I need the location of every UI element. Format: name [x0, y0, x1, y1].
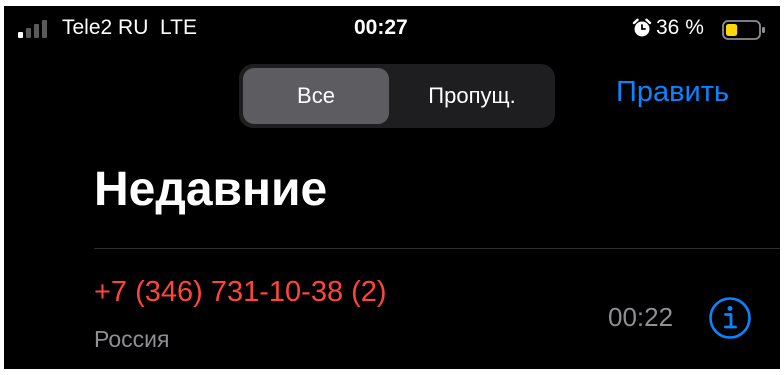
status-bar: Tele2 RU LTE 00:27 36 %	[4, 6, 780, 56]
battery-icon	[722, 20, 765, 40]
edit-button[interactable]: Править	[616, 76, 729, 109]
info-icon[interactable]	[708, 296, 752, 340]
call-time: 00:22	[608, 302, 674, 332]
call-list-item[interactable]: +7 (346) 731-10-38 (2) Россия 00:22	[94, 258, 780, 369]
calls-filter-segmented-control: Все Пропущ.	[239, 64, 555, 128]
recents-screen: Tele2 RU LTE 00:27 36 % Все Пропущ. Прав…	[4, 6, 780, 369]
list-divider	[94, 248, 780, 249]
carrier-label: Tele2 RU LTE	[62, 16, 197, 39]
battery-percent: 36 %	[656, 16, 704, 39]
segment-all[interactable]: Все	[243, 68, 389, 124]
page-title: Недавние	[94, 163, 328, 216]
status-time: 00:27	[354, 16, 408, 39]
signal-icon	[18, 18, 58, 38]
alarm-icon	[632, 18, 652, 37]
caller-location: Россия	[94, 326, 170, 352]
segment-missed[interactable]: Пропущ.	[393, 68, 551, 124]
caller-number: +7 (346) 731-10-38 (2)	[94, 276, 387, 308]
